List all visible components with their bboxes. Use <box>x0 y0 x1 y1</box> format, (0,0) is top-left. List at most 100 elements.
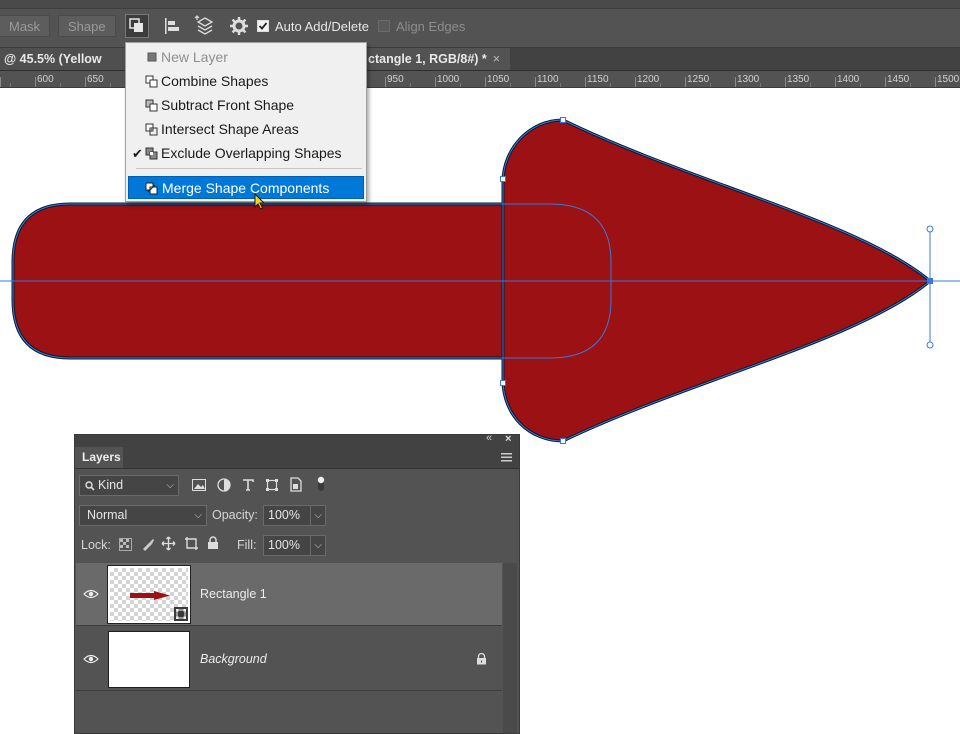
menu-item-subtract-front-shape[interactable]: Subtract Front Shape <box>127 94 365 117</box>
visibility-eye-icon[interactable] <box>83 587 99 601</box>
align-edges-label: Align Edges <box>396 19 466 34</box>
smart-object-filter-icon[interactable] <box>289 477 303 492</box>
layer-filter-kind-select[interactable]: Kind ⌵ <box>79 475 179 496</box>
blend-mode-select[interactable]: Normal ⌵ <box>79 505 207 526</box>
align-edges-checkbox[interactable] <box>378 20 390 32</box>
blend-mode-value: Normal <box>87 508 128 522</box>
anchor-point[interactable] <box>500 176 506 182</box>
path-alignment-icon[interactable] <box>160 14 184 38</box>
opacity-input[interactable]: 100% <box>263 505 311 526</box>
intersect-shape-areas-icon <box>145 123 158 136</box>
lock-icon <box>477 653 486 665</box>
visibility-eye-icon[interactable] <box>83 652 99 666</box>
menu-separator <box>136 168 362 169</box>
opacity-label: Opacity: <box>212 508 258 522</box>
chevron-down-icon: ⌵ <box>314 540 322 551</box>
auto-add-delete-label: Auto Add/Delete <box>275 19 369 34</box>
menu-item-label: New Layer <box>161 49 228 65</box>
ruler-tick-label: 1200 <box>637 74 660 85</box>
check-icon: ✔ <box>132 146 143 161</box>
lock-image-pixels-icon[interactable] <box>141 537 155 551</box>
gear-icon[interactable] <box>227 14 251 38</box>
collapse-panel-icon[interactable]: « <box>486 432 492 444</box>
lock-position-icon[interactable] <box>161 536 176 551</box>
menu-item-exclude-overlapping-shapes[interactable]: ✔ Exclude Overlapping Shapes <box>127 142 365 165</box>
document-tab-rectangle[interactable]: ctangle 1, RGB/8#) * × <box>366 48 510 70</box>
layer-thumbnail <box>108 631 190 688</box>
layer-name[interactable]: Background <box>200 652 267 666</box>
merge-shape-components-icon <box>145 182 158 195</box>
search-icon <box>85 481 95 491</box>
ruler-tick-label: 1150 <box>587 74 609 85</box>
shape-button[interactable]: Shape <box>58 15 116 37</box>
direction-handle[interactable] <box>926 225 934 233</box>
document-tab-yellow-ship[interactable]: @ 45.5% (Yellow ship, <box>0 48 128 88</box>
anchor-point[interactable] <box>560 438 566 444</box>
layer-name[interactable]: Rectangle 1 <box>200 587 267 601</box>
lock-all-icon[interactable] <box>207 536 219 550</box>
auto-add-delete-checkbox[interactable] <box>257 20 269 32</box>
exclude-overlapping-shapes-icon <box>145 147 158 160</box>
fill-label: Fill: <box>237 538 257 552</box>
opacity-dropdown-button[interactable]: ⌵ <box>310 505 326 526</box>
document-tab-label: ctangle 1, RGB/8#) * <box>368 52 487 66</box>
shape-layer-filter-icon[interactable] <box>265 478 279 492</box>
lock-artboard-icon[interactable] <box>184 536 199 551</box>
ruler-tick-label: 1100 <box>537 74 559 85</box>
panel-menu-icon[interactable] <box>501 453 512 462</box>
layers-panel: « × Layers Kind ⌵ Normal ⌵ Opacity: 100%… <box>74 432 520 734</box>
mask-button[interactable]: Mask <box>0 15 51 37</box>
chevron-down-icon: ⌵ <box>314 510 322 521</box>
filter-kind-value: Kind <box>98 478 124 492</box>
vector-mask-badge-icon <box>174 607 188 621</box>
menu-item-new-layer[interactable]: New Layer <box>127 46 365 69</box>
options-bar-top-strip <box>0 0 960 9</box>
close-panel-icon[interactable]: × <box>505 433 511 445</box>
ruler-tick-label: 1250 <box>687 74 710 85</box>
selected-anchor-point[interactable] <box>927 278 933 284</box>
menu-item-label: Subtract Front Shape <box>161 97 295 113</box>
layers-scrollbar[interactable] <box>503 563 517 733</box>
menu-item-label: Merge Shape Components <box>162 180 330 196</box>
layer-thumbnail <box>107 565 191 624</box>
ruler-tick-label: 1400 <box>837 74 860 85</box>
layer-row-background[interactable]: Background <box>76 628 502 691</box>
adjustment-layer-filter-icon[interactable] <box>217 478 231 492</box>
lock-transparent-pixels-icon[interactable] <box>119 538 132 551</box>
ruler-tick-label: 1450 <box>887 74 910 85</box>
ruler-tick-label: 600 <box>37 74 54 85</box>
mouse-cursor-icon <box>254 193 266 210</box>
tab-layers[interactable]: Layers <box>75 447 123 468</box>
menu-item-label: Combine Shapes <box>161 73 269 89</box>
subtract-front-shape-icon <box>145 99 158 112</box>
close-icon[interactable]: × <box>493 52 500 66</box>
anchor-point[interactable] <box>560 117 566 123</box>
ruler-tick-label: 1000 <box>437 74 460 85</box>
lock-label: Lock: <box>81 538 111 552</box>
combine-shapes-icon <box>145 75 158 88</box>
pixel-layer-filter-icon[interactable] <box>192 479 206 491</box>
menu-item-intersect-shape-areas[interactable]: Intersect Shape Areas <box>127 118 365 141</box>
menu-item-merge-shape-components[interactable]: Merge Shape Components <box>128 176 364 199</box>
options-bar: Mask Shape Auto Add/Delete Align Edges <box>0 0 960 48</box>
path-operations-icon[interactable] <box>125 14 149 38</box>
menu-item-combine-shapes[interactable]: Combine Shapes <box>127 70 365 93</box>
direction-handle[interactable] <box>926 341 934 349</box>
layer-row-rectangle-1[interactable]: Rectangle 1 <box>76 563 502 626</box>
fill-dropdown-button[interactable]: ⌵ <box>310 535 326 556</box>
menu-item-label: Intersect Shape Areas <box>161 121 299 137</box>
filter-toggle-icon[interactable] <box>316 475 326 493</box>
ruler-tick-label: 950 <box>387 74 404 85</box>
chevron-down-icon: ⌵ <box>194 510 202 521</box>
ruler-tick-label: 1350 <box>787 74 810 85</box>
anchor-point[interactable] <box>500 380 506 386</box>
new-layer-icon <box>147 52 157 62</box>
fill-input[interactable]: 100% <box>263 535 311 556</box>
ruler-tick-label: 1500 <box>937 74 960 85</box>
type-layer-filter-icon[interactable] <box>241 478 255 492</box>
path-operations-menu: New Layer Combine Shapes Subtract Front … <box>125 42 367 202</box>
ruler-tick-label: 1050 <box>487 74 510 85</box>
panel-top-strip: « × <box>75 432 519 447</box>
path-arrangement-icon[interactable] <box>193 14 217 38</box>
menu-item-label: Exclude Overlapping Shapes <box>161 145 342 161</box>
